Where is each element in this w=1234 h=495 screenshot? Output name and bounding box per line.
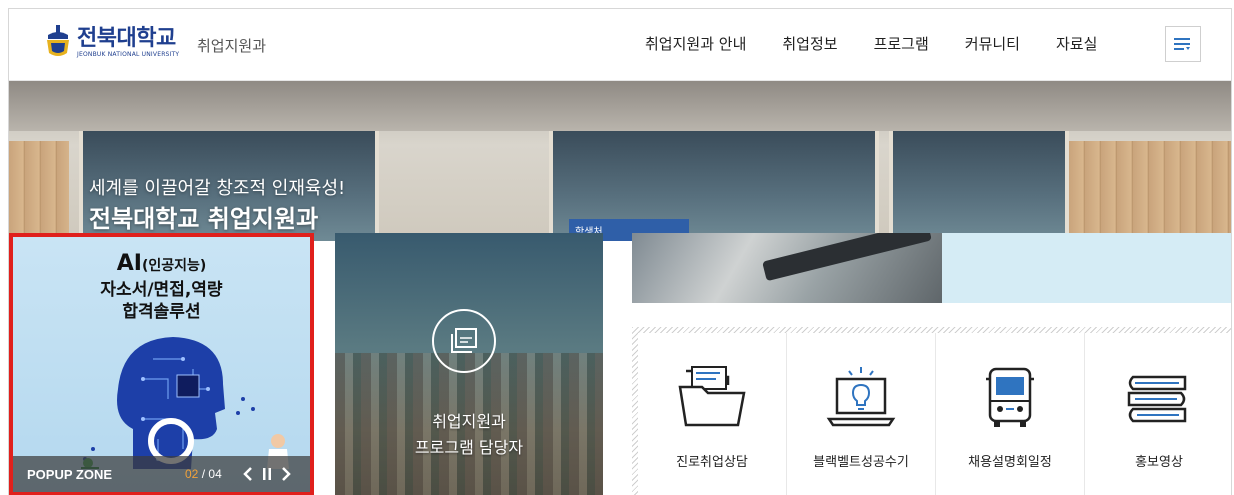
popup-separator: /	[201, 467, 206, 481]
nav-item-community[interactable]: 커뮤니티	[965, 33, 1020, 54]
quick-links: 진로취업상담 블랙벨트성공수기 채용설명회일정 홍보영상	[638, 333, 1231, 495]
hero-wood-panel	[9, 141, 69, 241]
hero-banner: 학생처 세계를 이끌어갈 창조적 인재육성! 전북대학교 취업지원과	[9, 81, 1231, 241]
info-banner	[942, 233, 1231, 303]
program-manager-card[interactable]: 취업지원과 프로그램 담당자	[335, 233, 603, 495]
popup-control-bar: POPUP ZONE 02 / 04	[13, 456, 310, 492]
hero-subtitle: 세계를 이끌어갈 창조적 인재육성!	[89, 178, 346, 199]
quick-link-blackbelt[interactable]: 블랙벨트성공수기	[787, 333, 936, 495]
books-icon	[1127, 375, 1187, 423]
nav-item-about[interactable]: 취업지원과 안내	[645, 33, 746, 54]
nav-item-program[interactable]: 프로그램	[874, 33, 929, 54]
program-line1: 취업지원과	[432, 412, 506, 431]
popup-current: 02	[185, 467, 199, 481]
university-emblem-icon	[45, 25, 71, 59]
quick-link-label: 블랙벨트성공수기	[813, 455, 909, 470]
logo-korean-text: 전북대학교	[77, 25, 176, 51]
tablet-photo-banner[interactable]	[632, 233, 942, 303]
main-nav: 취업지원과 안내 취업정보 프로그램 커뮤니티 자료실	[645, 33, 1133, 54]
popup-line2: 합격솔루션	[122, 302, 201, 322]
nav-item-job-info[interactable]: 취업정보	[782, 33, 837, 54]
hero-title: 전북대학교 취업지원과	[89, 205, 319, 233]
nav-item-archive[interactable]: 자료실	[1056, 33, 1097, 54]
university-logo[interactable]: 전북대학교 JEONBUK NATIONAL UNIVERSITY	[45, 25, 179, 59]
hero-window	[889, 131, 1069, 241]
program-manager-text: 취업지원과 프로그램 담당자	[335, 409, 603, 461]
quick-link-counseling[interactable]: 진로취업상담	[638, 333, 787, 495]
hero-ceiling	[9, 81, 1231, 131]
popup-line1: 자소서/면접,역량	[100, 280, 223, 300]
popup-counter: 02 / 04	[185, 467, 222, 481]
chevron-left-icon	[243, 467, 252, 481]
chevron-right-icon	[282, 467, 291, 481]
hamburger-menu-icon	[1174, 38, 1190, 50]
popup-next-button[interactable]	[277, 464, 295, 484]
laptop-lightbulb-icon	[826, 367, 896, 427]
bus-icon	[986, 367, 1034, 427]
all-menu-button[interactable]	[1165, 26, 1201, 62]
popup-pause-button[interactable]	[258, 464, 276, 484]
page-frame: 전북대학교 JEONBUK NATIONAL UNIVERSITY 취업지원과 …	[8, 8, 1232, 495]
hero-wood-panel	[1069, 141, 1231, 241]
department-name: 취업지원과	[197, 37, 267, 55]
popup-ai-paren: (인공지능)	[141, 258, 207, 274]
logo-english-text: JEONBUK NATIONAL UNIVERSITY	[77, 51, 180, 58]
quick-link-label: 진로취업상담	[676, 455, 748, 470]
quick-link-label: 채용설명회일정	[968, 455, 1052, 470]
quick-link-recruit-schedule[interactable]: 채용설명회일정	[936, 333, 1085, 495]
program-line2: 프로그램 담당자	[414, 438, 524, 457]
popup-zone-label: POPUP ZONE	[27, 466, 113, 482]
window-icon	[451, 328, 477, 353]
tablet-shape	[762, 233, 932, 282]
popup-total: 04	[208, 467, 222, 481]
popup-prev-button[interactable]	[239, 464, 257, 484]
popup-ai-text: AI	[116, 251, 142, 276]
program-manager-button[interactable]	[432, 309, 496, 373]
popup-headline: AI(인공지능) 자소서/면접,역량 합격솔루션	[13, 251, 310, 323]
pause-icon	[263, 468, 271, 480]
quick-link-promo-video[interactable]: 홍보영상	[1085, 333, 1231, 495]
site-header: 전북대학교 JEONBUK NATIONAL UNIVERSITY 취업지원과 …	[9, 9, 1231, 81]
ai-head-illustration	[81, 337, 289, 469]
popup-zone[interactable]: AI(인공지능) 자소서/면접,역량 합격솔루션 POPUP ZONE 02 /…	[9, 233, 314, 495]
folder-icon	[678, 366, 746, 427]
hero-text: 세계를 이끌어갈 창조적 인재육성! 전북대학교 취업지원과	[89, 177, 345, 235]
quick-link-label: 홍보영상	[1135, 455, 1183, 470]
